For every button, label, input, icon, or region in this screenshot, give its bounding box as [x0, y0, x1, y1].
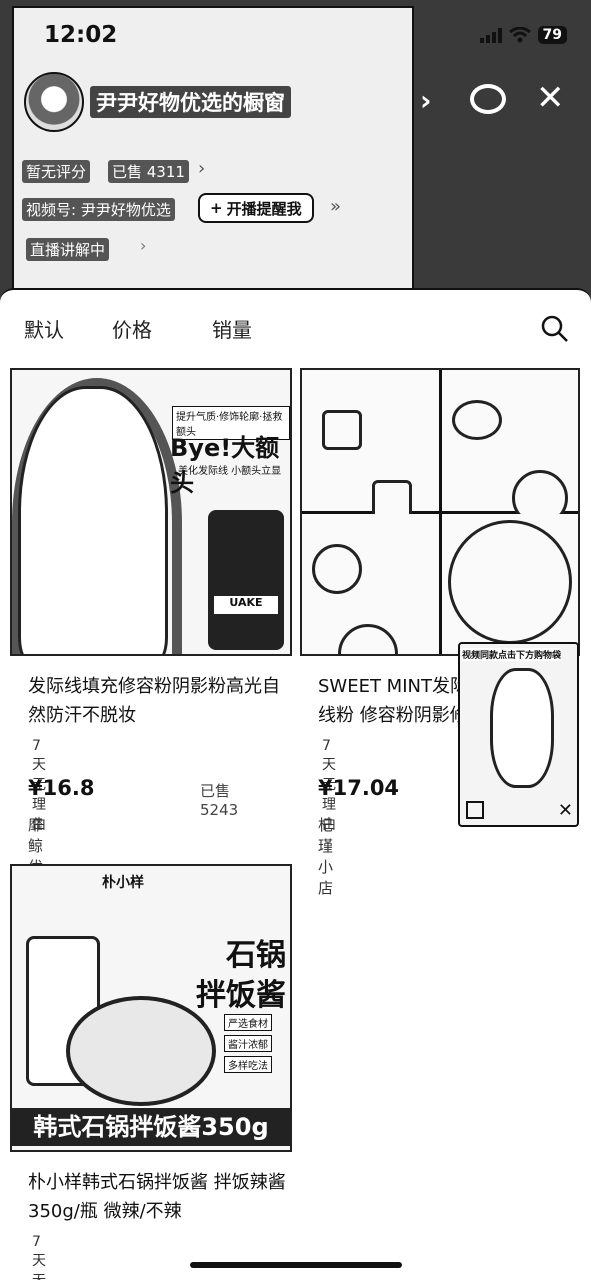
feature-check: 多样吃法 — [224, 1056, 272, 1073]
live-remind-label: 开播提醒我 — [226, 199, 302, 218]
product-title[interactable]: 朴小样韩式石锅拌饭酱 拌饭辣酱350g/瓶 微辣/不辣 — [28, 1168, 288, 1226]
chevron-right-icon[interactable]: › — [140, 236, 146, 255]
jar-label: UAKE — [214, 596, 278, 614]
search-icon[interactable] — [540, 314, 570, 344]
live-remind-button[interactable]: + 开播提醒我 — [198, 193, 314, 223]
collage-cell — [441, 513, 578, 654]
shop-sold-count: 已售 4311 — [108, 160, 189, 183]
shop-header: 12:02 79 尹尹好物优选的橱窗 › ✕ 暂无评分 已售 4311 › 视频… — [0, 0, 591, 300]
wifi-icon — [508, 27, 531, 43]
feature-check: 酱汁浓郁 — [224, 1035, 272, 1052]
chevron-right-icon[interactable]: › — [420, 84, 432, 117]
close-icon[interactable]: ✕ — [558, 800, 573, 821]
home-indicator — [190, 1262, 402, 1268]
floating-live-window[interactable]: 视频同款点击下方购物袋 ✕ — [458, 642, 579, 827]
sort-sales[interactable]: 销量 — [212, 314, 252, 343]
product-jar — [208, 510, 284, 650]
sort-price[interactable]: 价格 — [112, 314, 152, 343]
chat-icon[interactable] — [470, 84, 506, 114]
return-policy-tag: 7天无理由 — [32, 1234, 46, 1280]
image-subline: 美化发际线 小额头立显 — [178, 466, 282, 477]
product-image[interactable] — [300, 368, 580, 656]
float-caption: 视频同款点击下方购物袋 — [462, 648, 562, 661]
product-image[interactable]: 朴小样 石锅 拌饭酱 严选食材 酱汁浓郁 多样吃法 韩式石锅拌饭酱350g — [10, 864, 292, 1152]
plus-icon: + — [210, 199, 223, 217]
live-status-badge[interactable]: 直播讲解中 — [26, 238, 110, 261]
speaker-icon[interactable] — [466, 801, 484, 819]
status-icons: 79 — [479, 26, 567, 44]
product-title[interactable]: 发际线填充修容粉阴影粉高光自然防汗不脱妆 — [28, 672, 288, 730]
image-collage — [302, 370, 578, 654]
image-name-line: 拌饭酱 — [196, 978, 286, 1013]
product-image[interactable]: 提升气质·修饰轮廓·拯救额头 Bye!大额头 美化发际线 小额头立显 UAKE — [10, 368, 292, 656]
streamer-face — [490, 668, 554, 788]
collage-cell — [302, 370, 439, 520]
sort-default[interactable]: 默认 — [24, 314, 64, 343]
bibimbap-bowl — [66, 996, 216, 1106]
channel-name: 视频号: 尹尹好物优选 — [22, 198, 175, 221]
feature-check: 严选食材 — [224, 1014, 272, 1031]
close-icon[interactable]: ✕ — [536, 78, 565, 118]
collage-cell — [302, 513, 439, 654]
shop-rating: 暂无评分 — [22, 160, 91, 183]
feature-checklist: 严选食材 酱汁浓郁 多样吃法 — [224, 1014, 272, 1073]
sort-bar: 默认 价格 销量 — [0, 314, 591, 354]
shop-avatar[interactable] — [24, 72, 84, 132]
chevron-right-icon[interactable]: › — [198, 158, 205, 179]
collage-cell — [441, 370, 578, 526]
image-brand: 朴小样 — [102, 875, 144, 891]
image-banner: 韩式石锅拌饭酱350g — [12, 1108, 290, 1146]
product-price: ¥17.04 — [318, 776, 400, 800]
model-face — [18, 386, 168, 654]
signal-icon — [479, 27, 502, 43]
product-price: ¥16.8 — [28, 776, 95, 800]
shop-name[interactable]: 尹尹好物优选的橱窗 — [90, 86, 291, 118]
chevron-right-icon[interactable]: » — [330, 196, 341, 217]
image-product-name: 石锅 拌饭酱 — [196, 936, 286, 1016]
image-name-line: 石锅 — [226, 938, 286, 973]
product-sold-count: 已售5243 — [200, 782, 239, 819]
product-title[interactable]: SWEET MINT发际线粉 修容粉阴影修 — [318, 672, 478, 730]
product-shop-name[interactable]: 杞瑾小店 — [318, 814, 333, 898]
status-time: 12:02 — [44, 22, 118, 48]
battery-icon: 79 — [537, 26, 567, 44]
